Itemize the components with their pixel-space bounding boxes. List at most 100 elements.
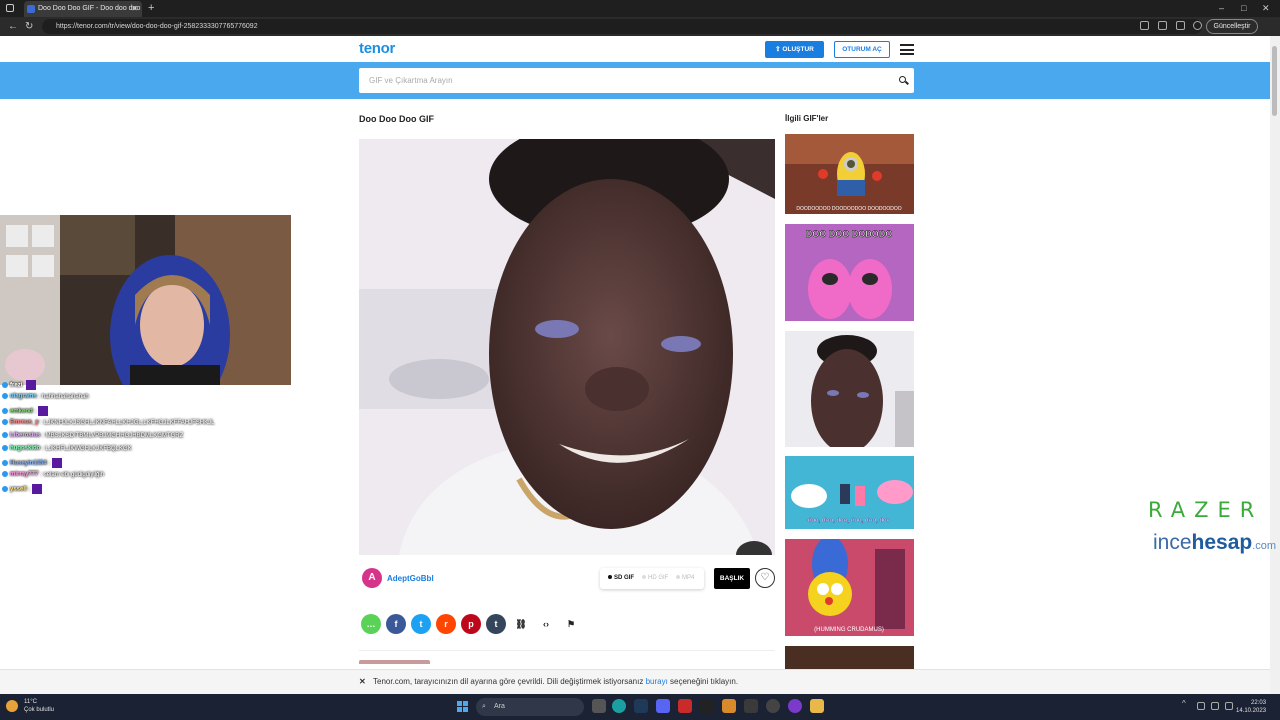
tab-close-icon[interactable]: ✕ [131, 1, 138, 17]
new-tab-button[interactable]: + [148, 0, 154, 16]
volume-icon[interactable] [1211, 702, 1219, 710]
page-scrollbar[interactable] [1270, 36, 1280, 694]
tumblr-share-icon[interactable]: t [486, 614, 506, 634]
app-icon-gray[interactable] [744, 699, 758, 713]
chat-username[interactable]: ulagrams [10, 394, 37, 400]
maximize-button[interactable]: □ [1241, 0, 1246, 16]
format-selector[interactable]: SD GIF HD GIF MP4 [600, 568, 704, 589]
extensions-icon[interactable] [1158, 21, 1167, 30]
app-icon-dark[interactable] [700, 699, 714, 713]
related-gif-2[interactable]: DOO DOO DODODO [785, 224, 914, 321]
chat-emote [32, 484, 43, 494]
scrollbar-thumb[interactable] [1272, 46, 1277, 116]
edge-icon[interactable] [612, 699, 626, 713]
chat-text: : MBSJKSDITBMLVPBJMGHHGJHBDMLKGMTGRZ [42, 432, 184, 439]
chat-username[interactable]: Huseyin1354 [10, 461, 47, 467]
chat-username[interactable]: yssell [10, 487, 27, 493]
collections-icon[interactable] [1176, 21, 1185, 30]
chat-badge-icon [2, 486, 8, 492]
link-share-icon[interactable]: ⛓ [511, 614, 531, 634]
discord-icon[interactable] [656, 699, 670, 713]
weather-desc: Çok bulutlu [24, 707, 55, 713]
format-mp4[interactable]: MP4 [676, 568, 694, 589]
incehesap-dotcom: .com [1252, 540, 1277, 552]
imessage-share-icon[interactable]: … [361, 614, 381, 634]
back-icon[interactable]: ← [8, 18, 18, 35]
chat-username[interactable]: emkend [10, 409, 33, 415]
more-section-tab[interactable] [359, 660, 430, 664]
related-gif-1-caption: DOODOODOO DOODOODOO DOODOODOO [796, 206, 901, 212]
related-gif-1[interactable]: DOODOODOO DOODOODOO DOODOODOO [785, 134, 914, 214]
incehesap-logo: incehesap.com [1153, 531, 1276, 555]
close-window-button[interactable]: ✕ [1262, 0, 1270, 16]
search-band: GIF ve Çıkartma Arayın [0, 62, 1270, 99]
format-sd-gif[interactable]: SD GIF [608, 568, 634, 589]
language-notice: ✕ Tenor.com, tarayıcınızın dil ayarına g… [0, 669, 1270, 694]
chat-message: mirray777: selam ebi güdigdiyilğih [2, 471, 104, 478]
browser-tab[interactable]: Doo Doo Doo GIF - Doo doo doo ✕ [24, 1, 142, 17]
chat-text: : [48, 460, 51, 467]
tenor-logo[interactable]: tenor [359, 40, 395, 57]
main-gif-image[interactable] [359, 139, 775, 555]
hamburger-menu-icon[interactable] [900, 44, 914, 58]
chat-badge-icon [2, 471, 8, 477]
format-hd-gif[interactable]: HD GIF [642, 568, 668, 589]
notice-close-icon[interactable]: ✕ [359, 670, 366, 694]
chat-username[interactable]: frezi [10, 383, 22, 389]
chat-username[interactable]: hugoskido [10, 446, 40, 452]
simpsons-gif-image: (HUMMING CRUDAMUS) [785, 539, 914, 636]
report-share-icon[interactable]: ⚑ [561, 614, 581, 634]
chat-username[interactable]: Emreus_y [10, 420, 39, 426]
obs-icon[interactable] [766, 699, 780, 713]
twitter-share-icon[interactable]: t [411, 614, 431, 634]
refresh-icon[interactable]: ↻ [25, 18, 33, 35]
battery-icon[interactable] [1225, 702, 1233, 710]
chat-username[interactable]: mirray777 [10, 472, 38, 478]
facebook-share-icon[interactable]: f [386, 614, 406, 634]
taskbar-search[interactable]: ⌕ Ara [476, 698, 584, 716]
favorites-icon[interactable] [1140, 21, 1149, 30]
chat-message: frezi [2, 380, 37, 390]
taskbar-clock[interactable]: 22:03 14.10.2023 [1236, 699, 1266, 715]
search-icon[interactable] [899, 76, 906, 83]
chat-badge-icon [2, 382, 8, 388]
weather-icon[interactable] [6, 700, 18, 712]
network-icon[interactable] [1197, 702, 1205, 710]
update-button[interactable]: Güncelleştir [1206, 19, 1258, 34]
search-input[interactable]: GIF ve Çıkartma Arayın [359, 68, 914, 93]
create-button[interactable]: ⇪ OLUŞTUR [765, 41, 824, 58]
related-gif-6[interactable] [785, 646, 914, 669]
minimize-button[interactable]: – [1219, 0, 1224, 16]
user-name-link[interactable]: AdeptGoBbl [387, 574, 434, 583]
app-icon-orange[interactable] [722, 699, 736, 713]
reddit-share-icon[interactable]: r [436, 614, 456, 634]
steam-icon[interactable] [634, 699, 648, 713]
login-button[interactable]: OTURUM AÇ [834, 41, 890, 58]
related-gif-5[interactable]: (HUMMING CRUDAMUS) [785, 539, 914, 636]
app-icon-purple[interactable] [788, 699, 802, 713]
pinterest-share-icon[interactable]: p [461, 614, 481, 634]
profile-icon[interactable] [1193, 21, 1202, 30]
chat-emote [52, 458, 63, 468]
gif-title: Doo Doo Doo GIF [359, 114, 434, 124]
caption-button[interactable]: BAŞLIK [714, 568, 750, 589]
chat-text: : hahhahahahahah [38, 393, 89, 400]
tray-chevron-icon[interactable]: ^ [1182, 699, 1190, 708]
chat-username[interactable]: Liberosius [10, 433, 40, 439]
heart-icon[interactable]: ♡ [755, 568, 775, 588]
user-avatar[interactable]: A [362, 568, 382, 588]
chat-message: ulagrams: hahhahahahahah [2, 393, 89, 400]
weather-widget[interactable]: 11°C Çok bulutlu [24, 698, 54, 714]
windows-start-icon[interactable] [457, 701, 469, 713]
pink-creatures-gif-image: DOO DOO DODODO [785, 224, 914, 321]
embed-share-icon[interactable]: ‹› [536, 614, 556, 634]
razer-logo: RAZER [1148, 498, 1264, 522]
tab-actions-icon[interactable] [6, 4, 14, 12]
related-gif-4[interactable]: doo, doo, doo, doo, doo, doo [785, 456, 914, 529]
task-view-icon[interactable] [592, 699, 606, 713]
related-gif-3[interactable] [785, 331, 914, 447]
app-icon-yellow[interactable] [810, 699, 824, 713]
app-icon-red[interactable] [678, 699, 692, 713]
url-bar[interactable]: https://tenor.com/tr/view/doo-doo-doo-gi… [42, 19, 1202, 34]
notice-link[interactable]: burayı [646, 677, 668, 686]
